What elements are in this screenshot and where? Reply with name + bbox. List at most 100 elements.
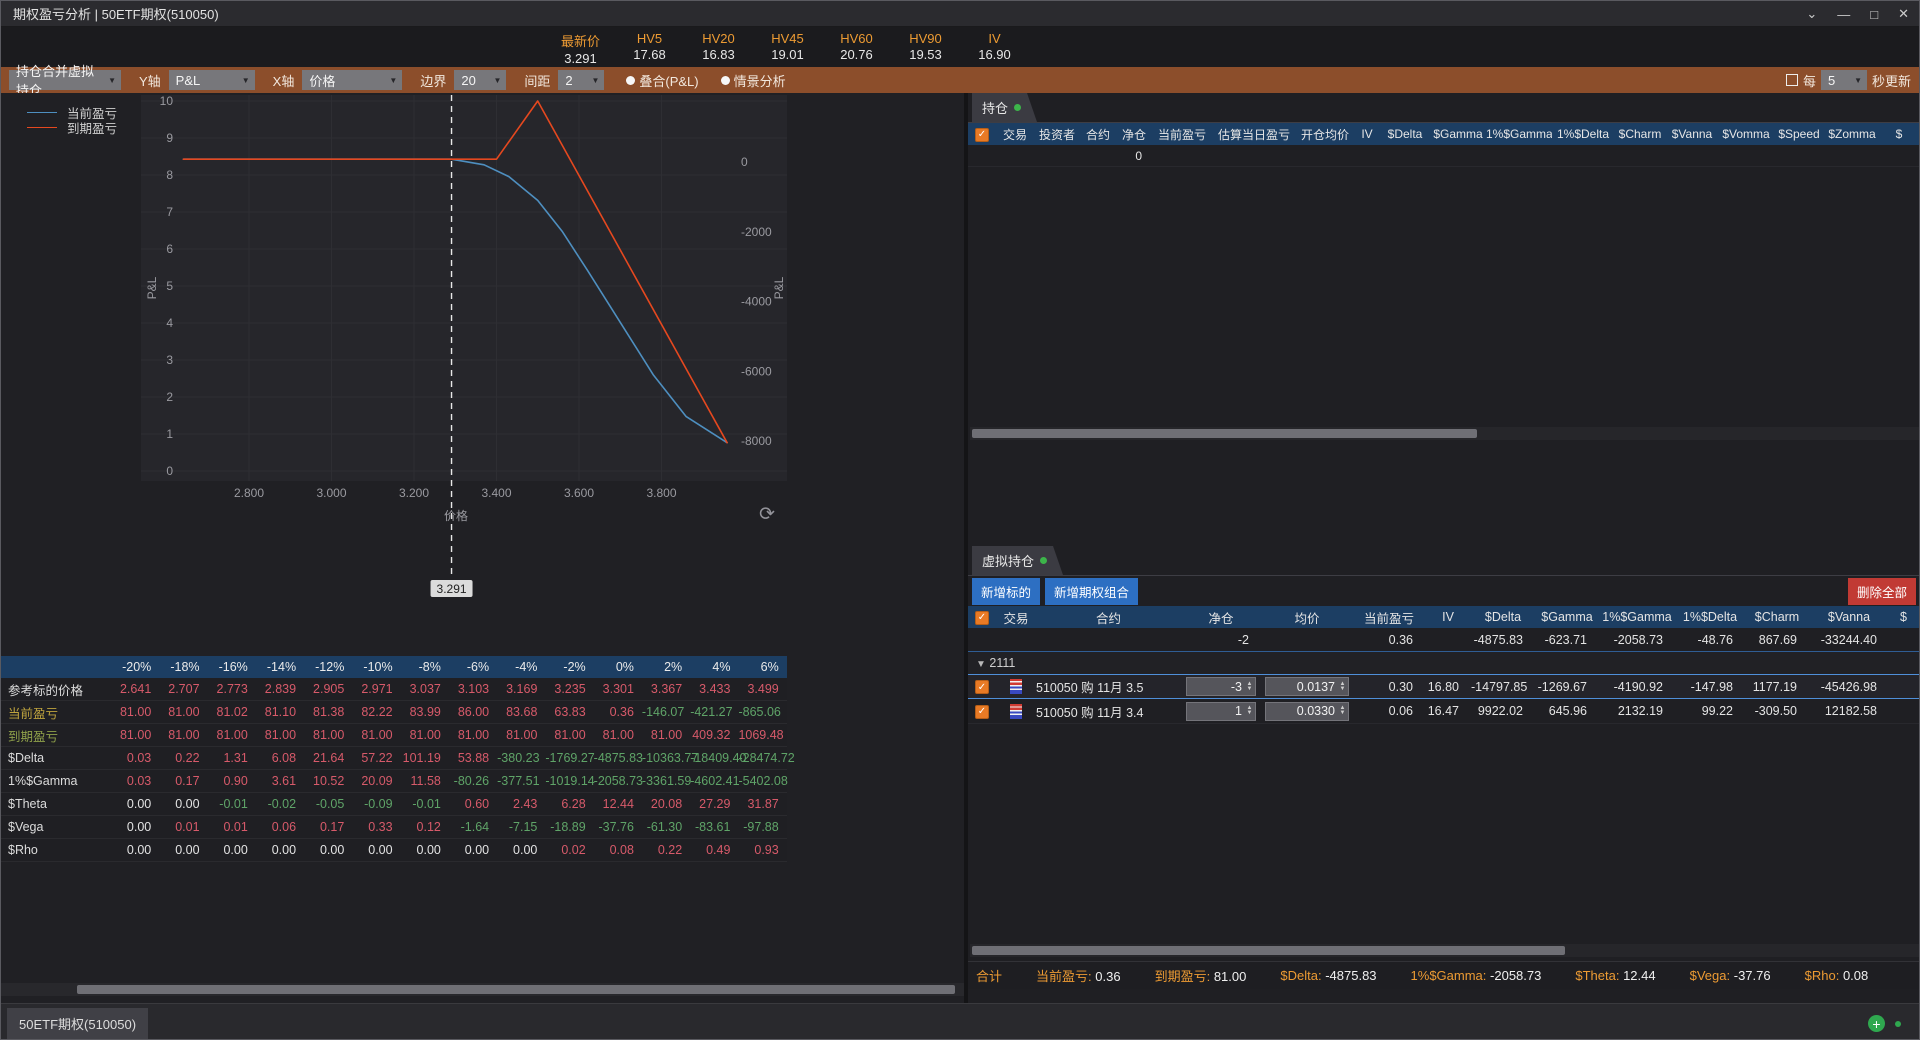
positions-col-header: 1%$Gamma — [1486, 127, 1552, 141]
scenario-col-header: 2% — [664, 660, 683, 674]
virtual-cell: -309.50 — [1754, 704, 1797, 718]
total-value: -37.76 — [1733, 968, 1771, 983]
auto-refresh-checkbox[interactable] — [1785, 74, 1798, 86]
interval-select[interactable]: 2 ▼ — [558, 70, 605, 90]
status-green-dot-icon — [1895, 1021, 1901, 1027]
chart-section: 10 9 8 7 6 5 4 3 2 1 0 2.800 3.000 3.200 3.400 3.600 3.8… — [1, 93, 964, 1003]
scenario-cell: -1.64 — [460, 820, 490, 834]
scenario-cell: 81.00 — [168, 728, 200, 742]
right-axis-tick: -6000 — [741, 364, 772, 378]
tab-positions[interactable]: 持仓 — [972, 93, 1037, 122]
spinner-arrows-icon[interactable]: ▲ ▼ — [1337, 705, 1348, 716]
total-rho: $Rho: 0.08 — [1805, 968, 1869, 983]
scenario-cell: 0.00 — [223, 843, 248, 857]
position-mode-select[interactable]: 持仓合并虚拟持仓 ▼ — [9, 64, 121, 98]
left-axis-tick: 7 — [166, 205, 173, 219]
scenario-cell: -18.89 — [550, 820, 586, 834]
virtual-summary-cell: -33244.40 — [1820, 632, 1877, 647]
scenario-cell: 3.499 — [747, 682, 779, 696]
scenario-cell: 0.00 — [126, 843, 152, 857]
scenario-cell: 3.235 — [554, 682, 586, 696]
scenario-cell: 0.00 — [368, 843, 393, 857]
virtual-scrollbar[interactable] — [970, 944, 1919, 957]
x-axis-select[interactable]: 价格 ▼ — [302, 70, 403, 90]
pin-menu-icon[interactable]: ⌄ — [1806, 6, 1817, 22]
total-label: 1%$Gamma: — [1410, 968, 1487, 983]
y-axis-title-right: P&L — [772, 276, 786, 299]
scenario-cell: 11.58 — [410, 774, 441, 788]
scrollbar-thumb[interactable] — [972, 429, 1477, 438]
spinner-arrows-icon[interactable]: ▲ ▼ — [1244, 681, 1255, 692]
add-option-combo-button[interactable]: 新增期权组合 — [1045, 577, 1139, 605]
stat-label: HV45 — [771, 31, 804, 46]
scenario-cell: 6.08 — [271, 751, 297, 765]
scenario-cell: -61.30 — [646, 820, 683, 834]
delete-all-button[interactable]: 删除全部 — [1847, 577, 1916, 605]
bottom-scrollbar[interactable] — [1, 983, 964, 996]
scrollbar-thumb[interactable] — [77, 985, 955, 994]
left-axis-tick: 4 — [166, 316, 173, 330]
scrollbar-thumb[interactable] — [972, 946, 1565, 955]
positions-col-header: 估算当日盈亏 — [1217, 127, 1290, 142]
virtual-select-all-checkbox[interactable]: ✓ — [975, 610, 989, 625]
row-checkbox[interactable]: ✓ — [975, 680, 989, 695]
spinner-arrows-icon[interactable]: ▲ ▼ — [1337, 681, 1348, 692]
minimize-icon[interactable]: — — [1837, 7, 1850, 22]
stat-IV: IV 16.90 — [960, 27, 1029, 67]
scenario-cell: 20.08 — [650, 797, 683, 811]
add-tab-icon[interactable]: + — [1868, 1015, 1885, 1032]
row-checkbox[interactable]: ✓ — [975, 704, 989, 719]
select-all-checkbox[interactable]: ✓ — [975, 127, 989, 142]
scenario-cell: 2.641 — [119, 682, 152, 696]
close-icon[interactable]: ✕ — [1898, 6, 1909, 22]
virtual-col-header: $Delta — [1484, 610, 1522, 624]
stat-value: 3.291 — [564, 51, 597, 66]
stat-value: 16.90 — [978, 47, 1011, 62]
scenario-cell: 0.06 — [271, 820, 297, 834]
virtual-col-header: 均价 — [1294, 611, 1320, 626]
maximize-icon[interactable]: □ — [1870, 7, 1878, 22]
scenario-row-label: $Vega — [8, 820, 44, 834]
virtual-col-header: 1%$Delta — [1682, 610, 1738, 624]
scenario-cell: 81.00 — [554, 728, 586, 742]
scenario-cell: 81.00 — [650, 728, 683, 742]
positions-col-header: $Vomma — [1722, 127, 1770, 141]
scenario-cell: 0.00 — [126, 797, 152, 811]
avg-price-stepper[interactable]: 0.0137 ▲ ▼ — [1265, 677, 1349, 696]
virtual-position-row[interactable]: ✓ 510050 购 11月 3.5 -3 ▲ ▼ 0.0137 ▲ ▼ 0.30 16.80 -1… — [968, 674, 1919, 699]
chart-refresh-icon[interactable]: ⟳ — [759, 503, 775, 526]
add-underlying-button[interactable]: 新增标的 — [972, 577, 1041, 605]
total-label: 当前盈亏: — [1036, 969, 1092, 984]
scenario-analysis-radio[interactable]: 情景分析 — [720, 71, 786, 90]
spinner-arrows-icon[interactable]: ▲ ▼ — [1244, 705, 1255, 716]
y-axis-select[interactable]: P&L ▼ — [168, 70, 255, 90]
virtual-summary-cell: 0.36 — [1388, 632, 1413, 647]
net-position-stepper[interactable]: 1 ▲ ▼ — [1186, 701, 1256, 721]
virtual-group-row[interactable]: ▼ 2111 — [968, 652, 1919, 674]
scenario-cell: 3.169 — [506, 682, 538, 696]
tab-virtual-positions[interactable]: 虚拟持仓 — [972, 546, 1063, 575]
left-axis-tick: 8 — [166, 168, 173, 182]
scenario-cell: -7.15 — [508, 820, 538, 834]
net-position-stepper[interactable]: -3 ▲ ▼ — [1186, 677, 1256, 696]
scenario-cell: 0.22 — [175, 751, 200, 765]
positions-scrollbar[interactable] — [970, 427, 1919, 440]
avg-price-stepper[interactable]: 0.0330 ▲ ▼ — [1265, 701, 1349, 721]
legend-line-expiry-icon — [27, 127, 57, 128]
scenario-cell: 10.52 — [313, 774, 345, 788]
overlay-pnl-radio[interactable]: 叠合(P&L) — [626, 71, 699, 90]
exchange-flag-icon — [1010, 679, 1022, 695]
scenario-cell: 3.61 — [271, 774, 297, 788]
scenario-cell: 409.32 — [692, 728, 731, 742]
scenario-cell: -28474.72 — [738, 751, 795, 765]
x-axis-tick: 3.800 — [646, 486, 676, 500]
virtual-position-row[interactable]: ✓ 510050 购 11月 3.4 1 ▲ ▼ 0.0330 ▲ ▼ 0.06 16.47 992… — [968, 699, 1919, 724]
total-label: $Vega: — [1689, 968, 1731, 983]
chart-svg: 1098765432102.800 3.000 3.200 3.400 3.600 3.8… — [141, 94, 787, 597]
status-tab-50etf[interactable]: 50ETF期权(510050) — [7, 1008, 149, 1039]
virtual-summary-cell: -48.76 — [1697, 632, 1733, 647]
boundary-select[interactable]: 20 ▼ — [454, 70, 507, 90]
positions-col-header: 开仓均价 — [1300, 127, 1349, 142]
refresh-interval-select[interactable]: 5 ▼ — [1820, 70, 1867, 90]
left-axis-tick: 3 — [166, 353, 173, 367]
